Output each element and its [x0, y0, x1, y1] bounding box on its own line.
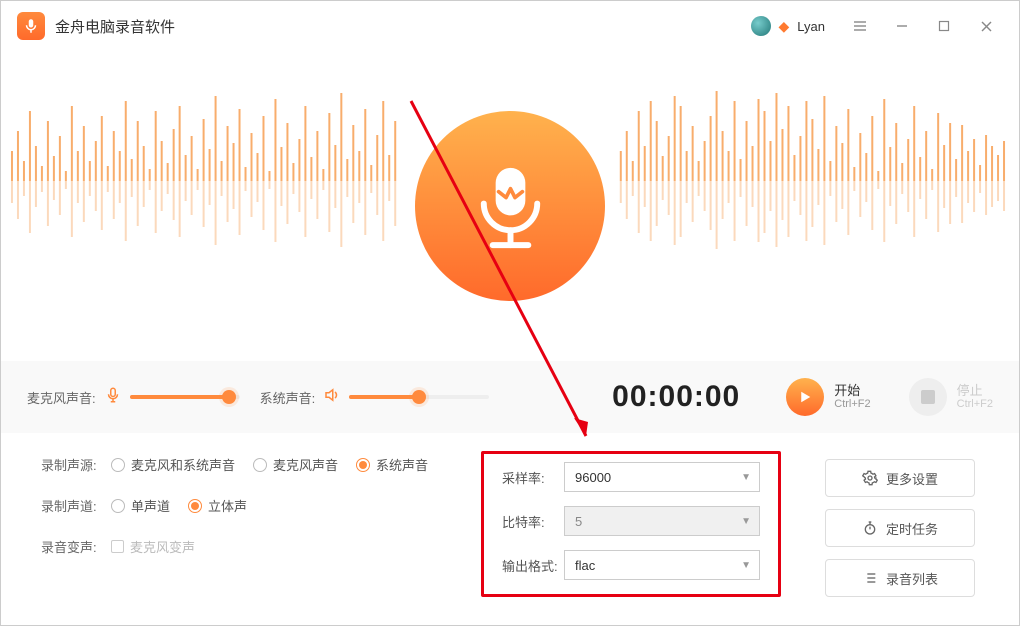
source-label: 录制声源:: [41, 455, 111, 474]
checkbox-mic-voicechange-label: 麦克风变声: [130, 537, 195, 556]
speaker-icon: [323, 386, 341, 409]
timed-tasks-button[interactable]: 定时任务: [825, 509, 975, 547]
settings-area: 录制声源: 麦克风和系统声音 麦克风声音 系统声音 录制声道: 单声道 立体声 …: [1, 433, 1019, 597]
start-button-label: 开始 Ctrl+F2: [834, 383, 870, 412]
microphone-icon: [104, 386, 122, 409]
mic-volume-slider[interactable]: [130, 395, 240, 399]
microphone-hero-icon: [415, 111, 605, 301]
more-settings-button[interactable]: 更多设置: [825, 459, 975, 497]
sys-volume-group: 系统声音:: [260, 386, 490, 409]
encoding-panel: 采样率: 96000 ▼ 比特率: 5 ▼ 输出格式: flac ▼: [481, 451, 781, 597]
format-select[interactable]: flac ▼: [564, 550, 760, 580]
radio-source-system[interactable]: 系统声音: [356, 455, 428, 474]
stop-button[interactable]: [909, 378, 947, 416]
avatar[interactable]: [751, 16, 771, 36]
list-icon: [862, 570, 878, 586]
start-button[interactable]: [786, 378, 824, 416]
checkbox-mic-voicechange[interactable]: [111, 540, 124, 553]
waveform-area: [1, 51, 1019, 361]
timer-display: 00:00:00: [612, 380, 740, 414]
hamburger-icon: [852, 18, 868, 34]
radio-source-mic-and-system[interactable]: 麦克风和系统声音: [111, 455, 235, 474]
minimize-icon: [895, 19, 909, 33]
menu-button[interactable]: [843, 9, 877, 43]
stop-button-label: 停止 Ctrl+F2: [957, 383, 993, 412]
chevron-down-icon: ▼: [741, 560, 751, 571]
recording-list-button[interactable]: 录音列表: [825, 559, 975, 597]
bitrate-select[interactable]: 5 ▼: [564, 506, 760, 536]
close-button[interactable]: [969, 9, 1003, 43]
radio-source-mic[interactable]: 麦克风声音: [253, 455, 338, 474]
vip-icon: ◆: [779, 18, 790, 35]
chevron-down-icon: ▼: [741, 472, 751, 483]
mic-volume-group: 麦克风声音:: [27, 386, 240, 409]
user-name: Lyan: [797, 19, 825, 34]
sample-rate-select[interactable]: 96000 ▼: [564, 462, 760, 492]
bitrate-label: 比特率:: [502, 512, 564, 531]
close-icon: [980, 20, 993, 33]
app-title: 金舟电脑录音软件: [55, 16, 751, 37]
sample-rate-label: 采样率:: [502, 468, 564, 487]
format-label: 输出格式:: [502, 556, 564, 575]
sys-volume-label: 系统声音:: [260, 388, 316, 407]
play-icon: [796, 388, 814, 406]
gear-icon: [862, 470, 878, 486]
radio-channel-stereo[interactable]: 立体声: [188, 496, 247, 515]
minimize-button[interactable]: [885, 9, 919, 43]
sys-volume-slider[interactable]: [349, 395, 489, 399]
maximize-button[interactable]: [927, 9, 961, 43]
app-logo-icon: [17, 12, 45, 40]
channel-label: 录制声道:: [41, 496, 111, 515]
maximize-icon: [938, 20, 950, 32]
radio-channel-mono[interactable]: 单声道: [111, 496, 170, 515]
voicechange-label: 录音变声:: [41, 537, 111, 556]
control-bar: 麦克风声音: 系统声音: 00:00:00 开始 Ctrl+F2: [1, 361, 1019, 433]
titlebar: 金舟电脑录音软件 ◆ Lyan: [1, 1, 1019, 51]
stop-icon: [921, 390, 935, 404]
mic-volume-label: 麦克风声音:: [27, 388, 96, 407]
chevron-down-icon: ▼: [741, 516, 751, 527]
stopwatch-icon: [862, 520, 878, 536]
